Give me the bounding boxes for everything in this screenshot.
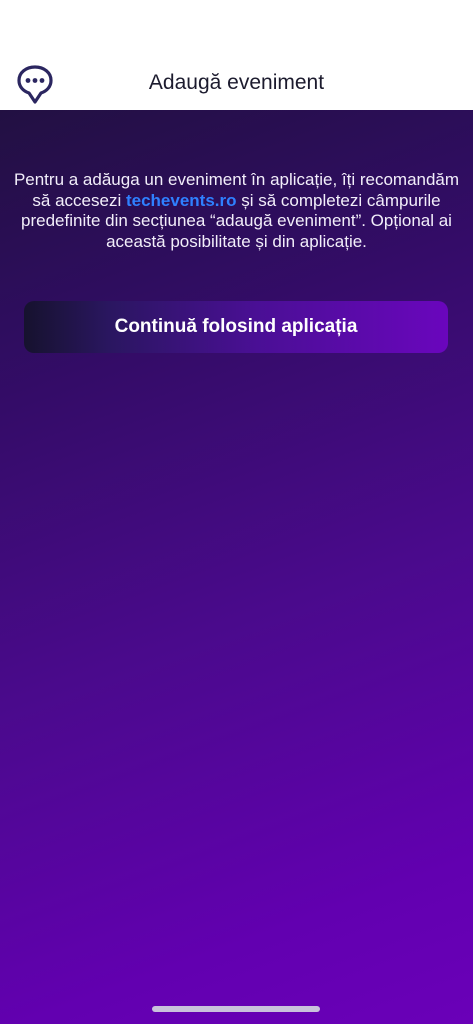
main-content: Pentru a adăuga un eveniment în aplicați… <box>0 110 473 1024</box>
status-bar <box>0 0 473 56</box>
header-bar: Adaugă eveniment <box>0 56 473 110</box>
chat-bubble-pin-icon[interactable] <box>13 62 57 106</box>
page-title: Adaugă eveniment <box>148 71 325 94</box>
techevents-link[interactable]: techevents.ro <box>126 191 237 210</box>
continue-in-app-button[interactable]: Continuă folosind aplicația <box>24 301 448 353</box>
home-indicator <box>152 1006 320 1012</box>
app-screen: Adaugă eveniment Pentru a adăuga un even… <box>0 0 473 1024</box>
intro-text: Pentru a adăuga un eveniment în aplicați… <box>8 170 465 252</box>
